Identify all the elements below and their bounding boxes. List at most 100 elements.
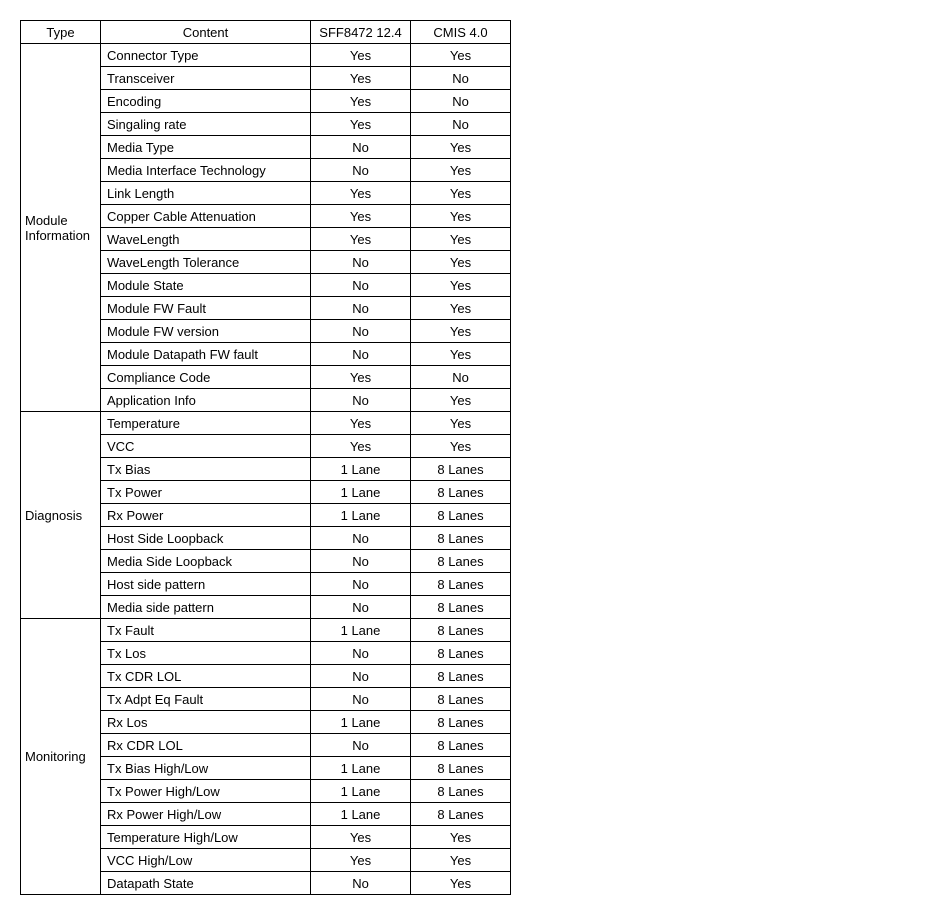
cmis-cell: Yes <box>411 826 511 849</box>
cmis-cell: Yes <box>411 320 511 343</box>
sff-cell: No <box>311 665 411 688</box>
cmis-cell: Yes <box>411 412 511 435</box>
cmis-cell: Yes <box>411 228 511 251</box>
content-cell: Module FW Fault <box>101 297 311 320</box>
content-cell: Tx Fault <box>101 619 311 642</box>
content-cell: Tx Bias <box>101 458 311 481</box>
sff-cell: 1 Lane <box>311 504 411 527</box>
content-cell: Tx Bias High/Low <box>101 757 311 780</box>
cmis-cell: No <box>411 67 511 90</box>
content-cell: Tx Los <box>101 642 311 665</box>
cmis-cell: Yes <box>411 849 511 872</box>
header-content: Content <box>101 21 311 44</box>
sff-cell: Yes <box>311 435 411 458</box>
sff-cell: 1 Lane <box>311 803 411 826</box>
content-cell: Media Interface Technology <box>101 159 311 182</box>
content-cell: Tx Adpt Eq Fault <box>101 688 311 711</box>
content-cell: Copper Cable Attenuation <box>101 205 311 228</box>
cmis-cell: 8 Lanes <box>411 734 511 757</box>
content-cell: Host side pattern <box>101 573 311 596</box>
sff-cell: 1 Lane <box>311 619 411 642</box>
sff-cell: No <box>311 159 411 182</box>
cmis-cell: 8 Lanes <box>411 573 511 596</box>
sff-cell: Yes <box>311 44 411 67</box>
sff-cell: No <box>311 251 411 274</box>
content-cell: Media Type <box>101 136 311 159</box>
sff-cell: Yes <box>311 412 411 435</box>
sff-cell: No <box>311 136 411 159</box>
comparison-table: Type Content SFF8472 12.4 CMIS 4.0 Modul… <box>20 20 511 895</box>
header-cmis: CMIS 4.0 <box>411 21 511 44</box>
cmis-cell: 8 Lanes <box>411 596 511 619</box>
content-cell: Tx Power <box>101 481 311 504</box>
sff-cell: No <box>311 550 411 573</box>
content-cell: VCC <box>101 435 311 458</box>
cmis-cell: Yes <box>411 389 511 412</box>
cmis-cell: No <box>411 366 511 389</box>
content-cell: WaveLength <box>101 228 311 251</box>
content-cell: Media Side Loopback <box>101 550 311 573</box>
cmis-cell: Yes <box>411 205 511 228</box>
sff-cell: No <box>311 872 411 895</box>
sff-cell: Yes <box>311 849 411 872</box>
cmis-cell: No <box>411 113 511 136</box>
cmis-cell: Yes <box>411 297 511 320</box>
sff-cell: No <box>311 642 411 665</box>
cmis-cell: 8 Lanes <box>411 550 511 573</box>
sff-cell: 1 Lane <box>311 780 411 803</box>
content-cell: Encoding <box>101 90 311 113</box>
content-cell: Application Info <box>101 389 311 412</box>
sff-cell: No <box>311 297 411 320</box>
cmis-cell: Yes <box>411 136 511 159</box>
sff-cell: 1 Lane <box>311 711 411 734</box>
sff-cell: No <box>311 573 411 596</box>
sff-cell: Yes <box>311 67 411 90</box>
content-cell: Module FW version <box>101 320 311 343</box>
cmis-cell: 8 Lanes <box>411 504 511 527</box>
content-cell: Temperature High/Low <box>101 826 311 849</box>
cmis-cell: Yes <box>411 343 511 366</box>
content-cell: Transceiver <box>101 67 311 90</box>
content-cell: Module Datapath FW fault <box>101 343 311 366</box>
type-cell: Module Information <box>21 44 101 412</box>
table-header-row: Type Content SFF8472 12.4 CMIS 4.0 <box>21 21 511 44</box>
sff-cell: No <box>311 596 411 619</box>
cmis-cell: Yes <box>411 872 511 895</box>
cmis-cell: 8 Lanes <box>411 780 511 803</box>
sff-cell: No <box>311 734 411 757</box>
sff-cell: Yes <box>311 113 411 136</box>
content-cell: Rx Los <box>101 711 311 734</box>
content-cell: Compliance Code <box>101 366 311 389</box>
cmis-cell: 8 Lanes <box>411 757 511 780</box>
cmis-cell: 8 Lanes <box>411 481 511 504</box>
header-sff: SFF8472 12.4 <box>311 21 411 44</box>
content-cell: Rx CDR LOL <box>101 734 311 757</box>
table-row: DiagnosisTemperatureYesYes <box>21 412 511 435</box>
content-cell: Module State <box>101 274 311 297</box>
sff-cell: 1 Lane <box>311 481 411 504</box>
sff-cell: 1 Lane <box>311 757 411 780</box>
cmis-cell: Yes <box>411 159 511 182</box>
table-row: Module InformationConnector TypeYesYes <box>21 44 511 67</box>
content-cell: Datapath State <box>101 872 311 895</box>
sff-cell: Yes <box>311 182 411 205</box>
cmis-cell: 8 Lanes <box>411 619 511 642</box>
content-cell: Tx CDR LOL <box>101 665 311 688</box>
cmis-cell: 8 Lanes <box>411 642 511 665</box>
content-cell: Rx Power High/Low <box>101 803 311 826</box>
content-cell: Tx Power High/Low <box>101 780 311 803</box>
sff-cell: 1 Lane <box>311 458 411 481</box>
sff-cell: No <box>311 320 411 343</box>
content-cell: Connector Type <box>101 44 311 67</box>
content-cell: Singaling rate <box>101 113 311 136</box>
sff-cell: No <box>311 389 411 412</box>
sff-cell: No <box>311 688 411 711</box>
cmis-cell: Yes <box>411 44 511 67</box>
header-type: Type <box>21 21 101 44</box>
cmis-cell: 8 Lanes <box>411 803 511 826</box>
cmis-cell: Yes <box>411 182 511 205</box>
content-cell: WaveLength Tolerance <box>101 251 311 274</box>
sff-cell: Yes <box>311 90 411 113</box>
type-cell: Diagnosis <box>21 412 101 619</box>
table-row: MonitoringTx Fault1 Lane8 Lanes <box>21 619 511 642</box>
